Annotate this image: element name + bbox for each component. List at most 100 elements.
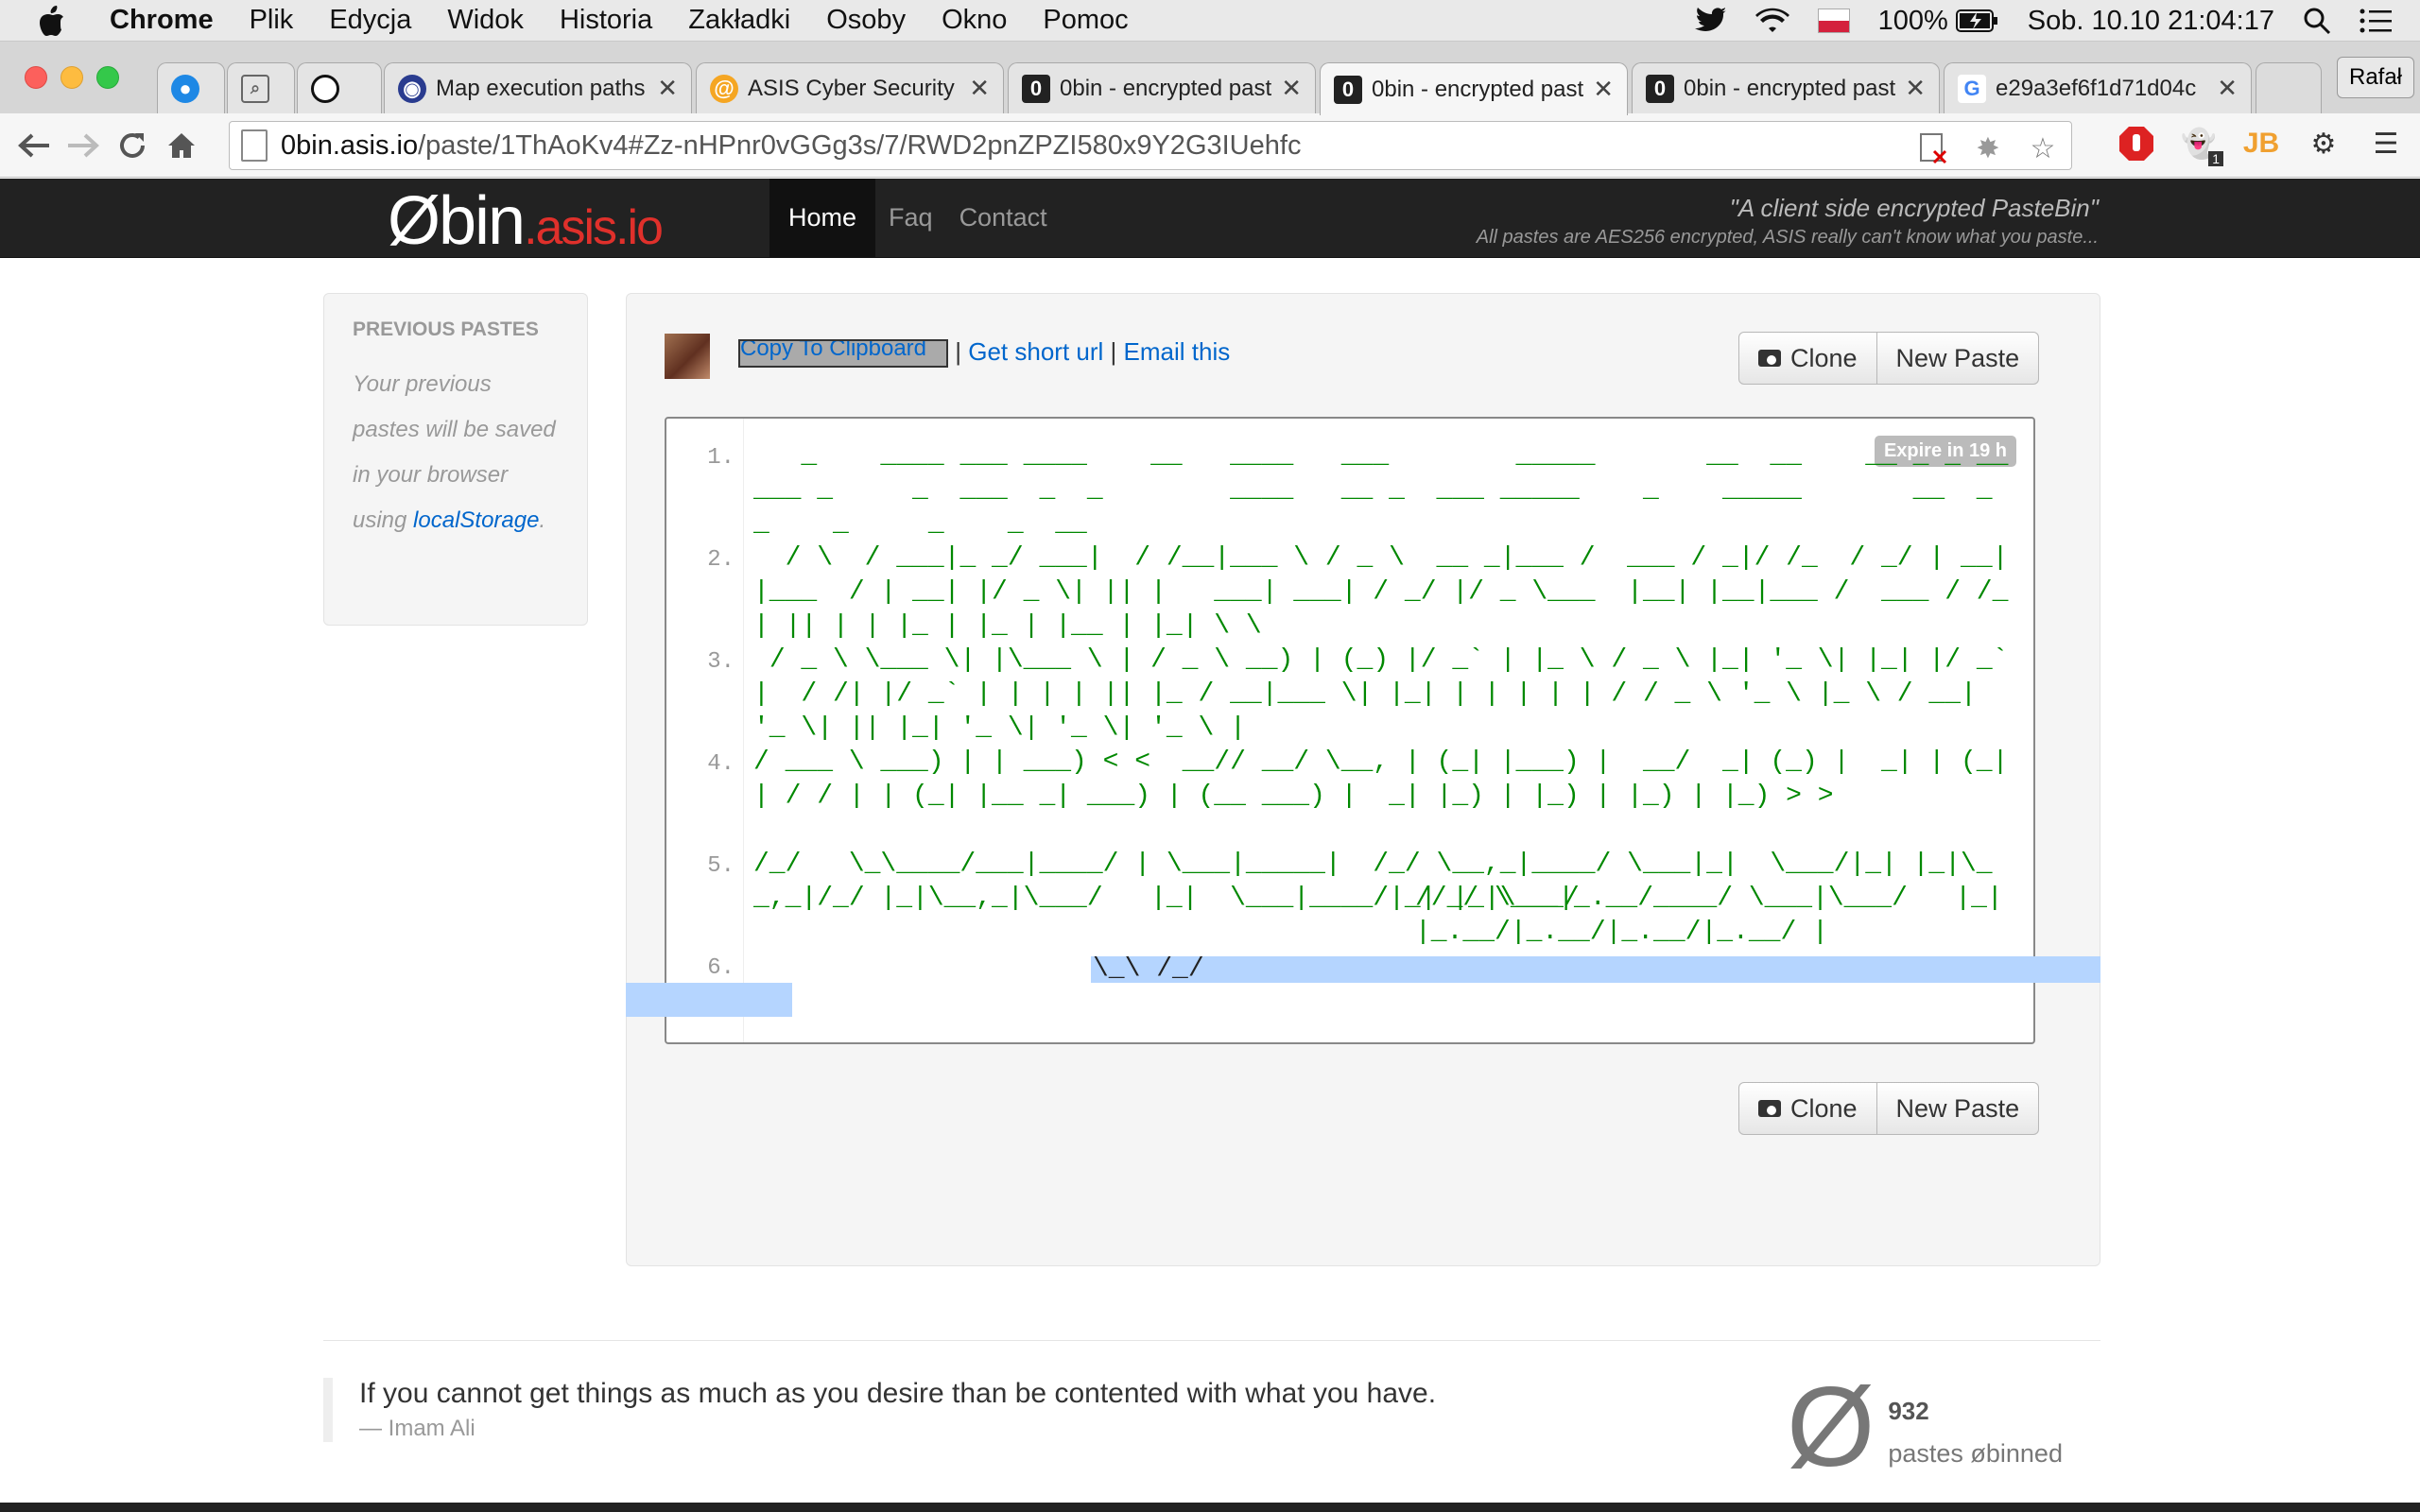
spotlight-search-icon[interactable] — [2303, 7, 2331, 35]
new-paste-button[interactable]: New Paste — [1876, 332, 2040, 385]
menu-widok[interactable]: Widok — [447, 5, 524, 36]
line-number: 4. — [707, 751, 735, 777]
window-minimize-button[interactable] — [60, 66, 83, 89]
window-zoom-button[interactable] — [96, 66, 119, 89]
clone-button-bottom[interactable]: Clone — [1738, 1082, 1877, 1135]
menu-historia[interactable]: Historia — [560, 5, 652, 36]
tab-title: 0bin - encrypted paste — [1372, 76, 1584, 102]
get-short-url-link[interactable]: Get short url — [968, 337, 1103, 366]
tagline-sub: All pastes are AES256 encrypted, ASIS re… — [1476, 227, 2099, 248]
tab-close-icon[interactable]: ✕ — [2217, 74, 2238, 103]
ghostery-icon[interactable]: 👻 1 — [2180, 125, 2223, 166]
clone-label: Clone — [1790, 1093, 1858, 1123]
new-paste-button-bottom[interactable]: New Paste — [1876, 1082, 2040, 1135]
tab-map-execution-paths[interactable]: ◉ Map execution paths ✕ — [384, 62, 692, 113]
site-logo[interactable]: Øbin.asis.io — [388, 182, 664, 260]
line-number: 3. — [707, 649, 735, 675]
menu-app-name[interactable]: Chrome — [110, 5, 214, 36]
0bin-icon: 0 — [1646, 74, 1674, 103]
tab-pinned-github[interactable] — [297, 62, 382, 113]
menu-plik[interactable]: Plik — [250, 5, 294, 36]
tab-0bin-active[interactable]: 0 0bin - encrypted paste ✕ — [1320, 62, 1628, 115]
reload-icon[interactable] — [112, 125, 153, 166]
email-this-link[interactable]: Email this — [1124, 337, 1231, 366]
previous-pastes-text: Your previous pastes will be saved in yo… — [353, 362, 559, 543]
settings-gear-icon[interactable]: ⚙ — [2305, 125, 2342, 163]
copy-to-clipboard-button[interactable]: Copy To Clipboard — [738, 339, 948, 369]
menu-pomoc[interactable]: Pomoc — [1043, 5, 1128, 36]
tab-0bin-1[interactable]: 0 0bin - encrypted paste ✕ — [1008, 62, 1316, 113]
tab-close-icon[interactable]: ✕ — [1281, 74, 1302, 103]
paste-content[interactable]: 1. 2. 3. 4. 5. 6. Expire in 19 h _ ____ … — [665, 417, 2035, 1044]
tab-close-icon[interactable]: ✕ — [1593, 75, 1614, 104]
new-paste-label: New Paste — [1895, 343, 2020, 372]
window-bottom-edge — [0, 1503, 2420, 1512]
notification-center-icon[interactable] — [2360, 9, 2392, 33]
nav-contact[interactable]: Contact — [946, 179, 1061, 257]
extension-gear-icon[interactable]: ✸ — [1969, 129, 2007, 167]
jetbrains-icon[interactable]: JB — [2242, 125, 2280, 163]
footer-quote: If you cannot get things as much as you … — [323, 1378, 1436, 1442]
back-icon[interactable] — [13, 125, 55, 166]
new-paste-label: New Paste — [1895, 1093, 2020, 1123]
tab-pinned-chat[interactable]: ● — [157, 62, 225, 113]
previous-pastes-period: . — [539, 507, 546, 533]
code-line-6: \_\ /_/ — [1093, 954, 1204, 984]
twitter-icon[interactable] — [1694, 8, 1727, 34]
wifi-icon[interactable] — [1754, 8, 1789, 34]
text-selection — [626, 983, 792, 1017]
tab-strip: ● ⌕ ◉ Map execution paths ✕ @ ASIS Cyber… — [0, 42, 2420, 115]
macos-menu-bar: Chrome Plik Edycja Widok Historia Zakład… — [0, 0, 2420, 42]
camera-icon — [1758, 1100, 1781, 1117]
text-selection — [1091, 956, 2100, 983]
site-navbar: Øbin.asis.io Home Faq Contact "A client … — [0, 179, 2420, 260]
line-number: 5. — [707, 853, 735, 879]
new-tab-button[interactable] — [2256, 62, 2322, 113]
menu-osoby[interactable]: Osoby — [826, 5, 906, 36]
menu-okno[interactable]: Okno — [942, 5, 1007, 36]
tab-google[interactable]: G e29a3ef6f1d71d04c ✕ — [1944, 62, 2252, 113]
bookmark-star-icon[interactable]: ☆ — [2024, 129, 2062, 167]
blocked-scripts-icon[interactable] — [1914, 129, 1952, 167]
adblock-icon[interactable] — [2118, 125, 2155, 163]
clone-button[interactable]: Clone — [1738, 332, 1877, 385]
tab-pinned-search[interactable]: ⌕ — [227, 62, 295, 113]
code-line-4: / ___ \ ___) | | ___) < < __// __/ \__, … — [753, 747, 2009, 811]
code-line-3: / _ \ \___ \| |\___ \ | / _ \ __) | (_) … — [753, 645, 2009, 743]
line-number-gutter: 1. 2. 3. 4. 5. 6. — [666, 419, 744, 1042]
site-nav: Home Faq Contact — [769, 179, 1061, 257]
paste-count: 932 — [1888, 1397, 1929, 1425]
menu-clock[interactable]: Sob. 10.10 21:04:17 — [2028, 6, 2274, 37]
profile-button[interactable]: Rafał — [2337, 57, 2414, 98]
tab-close-icon[interactable]: ✕ — [969, 74, 990, 103]
address-bar[interactable]: 0bin.asis.io/paste/1ThAoKv4#Zz-nHPnr0vGG… — [229, 121, 2072, 170]
page-icon — [241, 129, 268, 162]
0bin-icon: 0 — [1022, 74, 1050, 103]
paste-counter: Ø 932 pastes øbinned — [1787, 1370, 2063, 1484]
tab-close-icon[interactable]: ✕ — [657, 74, 678, 103]
chrome-menu-icon[interactable]: ☰ — [2367, 125, 2405, 163]
battery-icon — [1955, 9, 1997, 32]
input-source-flag-icon[interactable] — [1817, 9, 1850, 33]
home-icon[interactable] — [161, 125, 202, 166]
paste-panel: Copy To Clipboard | Get short url | Emai… — [626, 293, 2100, 1266]
battery-indicator[interactable]: 100% — [1878, 6, 1999, 37]
apple-icon[interactable] — [38, 5, 66, 37]
tab-title: Map execution paths — [436, 75, 646, 101]
window-close-button[interactable] — [25, 66, 47, 89]
tab-title: ASIS Cyber Security Contest — [748, 75, 959, 101]
menu-edycja[interactable]: Edycja — [329, 5, 411, 36]
tab-asis-contest[interactable]: @ ASIS Cyber Security Contest ✕ — [696, 62, 1004, 113]
nav-faq[interactable]: Faq — [875, 179, 946, 257]
asis-icon: @ — [710, 74, 738, 103]
menu-zakladki[interactable]: Zakładki — [688, 5, 790, 36]
localstorage-link[interactable]: localStorage — [413, 507, 539, 533]
tab-title: 0bin - encrypted paste — [1060, 75, 1272, 101]
tab-close-icon[interactable]: ✕ — [1905, 74, 1926, 103]
tab-0bin-3[interactable]: 0 0bin - encrypted paste ✕ — [1632, 62, 1940, 113]
forward-icon[interactable] — [62, 125, 104, 166]
copy-to-clipboard-label: Copy To Clipboard — [740, 339, 927, 362]
nav-home[interactable]: Home — [769, 179, 876, 257]
line-number: 1. — [707, 445, 735, 471]
top-button-group: Clone New Paste — [1738, 332, 2040, 385]
